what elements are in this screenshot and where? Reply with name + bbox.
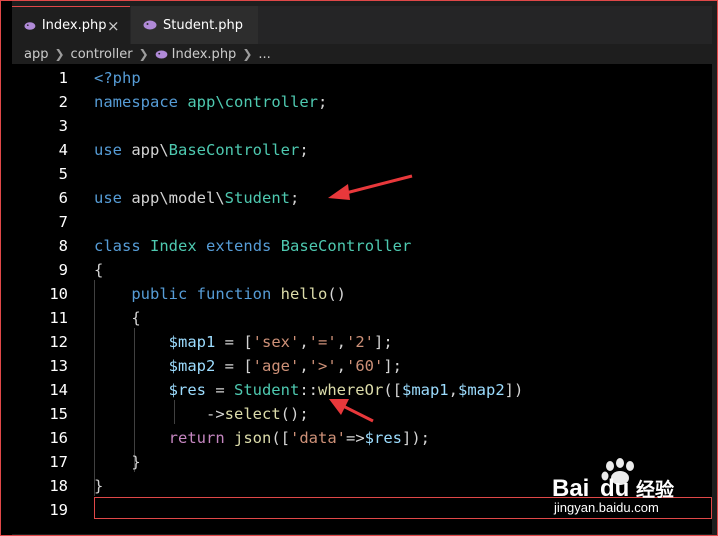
screenshot-frame xyxy=(0,0,718,536)
